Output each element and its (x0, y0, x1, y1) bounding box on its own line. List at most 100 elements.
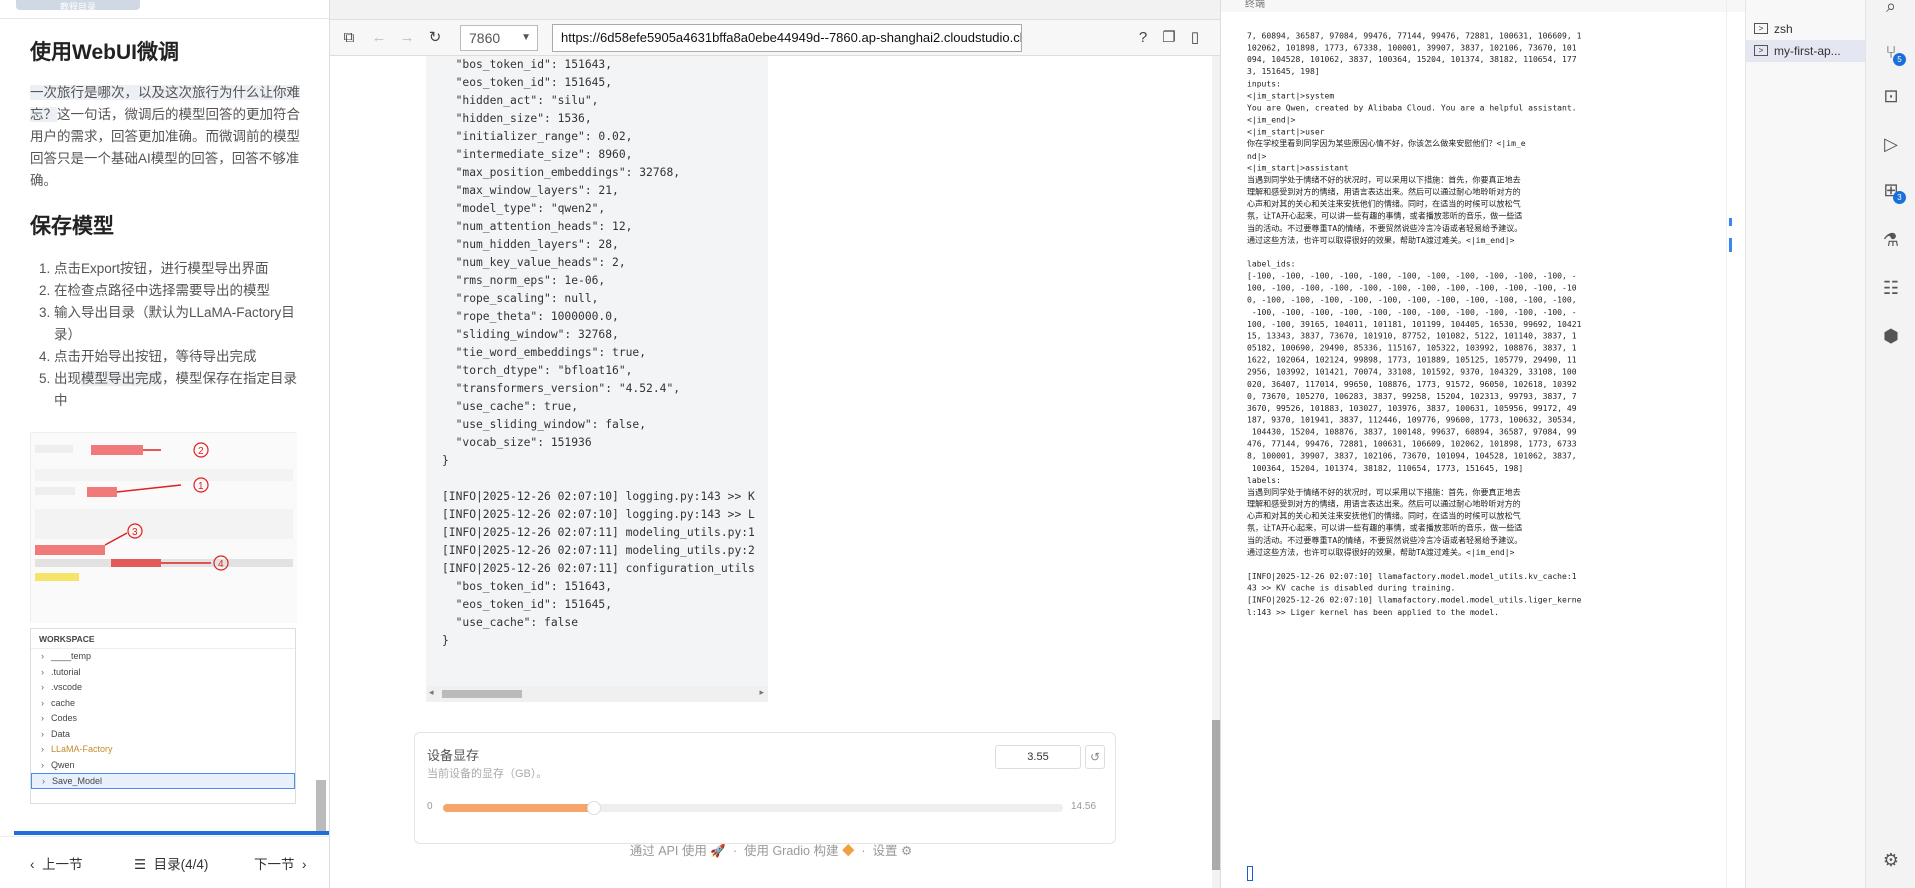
workspace-item: Qwen (31, 758, 295, 774)
search-icon[interactable]: ⌕ (1879, 0, 1903, 18)
heading-save-model: 保存模型 (30, 215, 114, 238)
step-item: 输入导出目录（默认为LLaMA-Factory目录） (54, 302, 300, 346)
testing-icon[interactable]: ⚗ (1879, 228, 1903, 252)
step-item: 在检查点路径中选择需要导出的模型 (54, 280, 300, 302)
scroll-thumb[interactable] (1212, 720, 1220, 870)
memory-subtitle: 当前设备的显存（GB）。 (427, 768, 548, 780)
next-label: 下一节 (254, 857, 295, 872)
rocket-icon: 🚀 (710, 844, 726, 858)
steps-list: 点击Export按钮，进行模型导出界面 在检查点路径中选择需要导出的模型 输入导… (30, 258, 300, 412)
workspace-item: cache (31, 696, 295, 712)
memory-value-input[interactable]: 3.55 (995, 745, 1081, 769)
tutorial-paragraph: 一次旅行是哪次，以及这次旅行为什么让你难忘？这一句话，微调后的模型回答的更加符合… (30, 82, 300, 192)
export-screenshot-illustration: 2 1 3 4 (31, 433, 297, 623)
help-icon[interactable]: ? (1134, 29, 1152, 47)
terminal-pane: 终端 7, 60894, 36587, 97084, 99476, 77144,… (1220, 0, 1746, 888)
activity-bar: ⌕ ⑂ 5 ⊡ ▷ ⊞ 3 ⚗ ☷ ⬢ ⚙ (1865, 0, 1915, 888)
workspace-item: Data (31, 727, 295, 743)
workspace-item: Codes (31, 711, 295, 727)
prev-label: 上一节 (42, 857, 83, 872)
toc-label: 目录(4/4) (153, 857, 209, 872)
reload-icon[interactable]: ↻ (426, 29, 444, 47)
port-select[interactable]: 7860 ▼ (460, 25, 538, 51)
api-link[interactable]: 通过 API 使用 🚀 (630, 844, 726, 858)
slider-min: 0 (427, 801, 433, 812)
scroll-thumb[interactable] (442, 690, 522, 698)
browser-pane: ⧉ ← → ↻ 7860 ▼ https://6d58efe5905a4631bf… (330, 0, 1220, 888)
separator: · (732, 844, 738, 858)
prev-section-link[interactable]: ‹ 上一节 (30, 853, 83, 873)
reset-icon[interactable]: ↺ (1085, 745, 1105, 769)
workspace-item: .tutorial (31, 665, 295, 681)
extensions-badge: 3 (1893, 191, 1906, 204)
scroll-marker (1729, 218, 1732, 226)
step-item: 出现模型导出完成，模型保存在指定目录中 (54, 368, 300, 412)
next-section-link[interactable]: 下一节 › (254, 853, 307, 873)
mobile-icon[interactable]: ▯ (1186, 29, 1204, 47)
terminal-icon: > (1754, 45, 1768, 56)
cube-icon[interactable]: ⬢ (1879, 324, 1903, 348)
terminal-icon: > (1754, 23, 1768, 34)
paragraph-text: 这一句话，微调后的模型回答的更加符合用户的需求，回答更加准确。而微调前的模型回答… (30, 107, 300, 188)
browser-tab-strip (330, 0, 1220, 20)
workspace-item: .vscode (31, 680, 295, 696)
gradio-footer: 通过 API 使用 🚀 · 使用 Gradio 构建 ◆ · 设置 ⚙ (330, 840, 1212, 864)
url-input[interactable]: https://6d58efe5905a4631bffa8a0ebe44949d… (552, 24, 1022, 52)
terminal-scrollbar[interactable] (1726, 0, 1746, 888)
gradio-logo-icon: ◆ (841, 844, 855, 858)
terminal-output[interactable]: 7, 60894, 36587, 97084, 99476, 77144, 99… (1247, 30, 1740, 618)
tutorial-scrollbar[interactable] (316, 780, 326, 832)
step-text: 出现 (54, 371, 81, 386)
gradio-link[interactable]: 使用 Gradio 构建 ◆ (744, 844, 854, 858)
browser-vertical-scrollbar[interactable] (1212, 56, 1220, 888)
toc-link[interactable]: ☰ 目录(4/4) (134, 853, 208, 873)
forward-arrow-icon[interactable]: → (398, 29, 416, 47)
log-box: "bos_token_id": 151643, "eos_token_id": … (426, 56, 768, 702)
tutorial-top-tab[interactable]: 教程目录 (16, 0, 140, 12)
heading-webui-finetune: 使用WebUI微调 (30, 41, 179, 64)
svg-text:3: 3 (132, 527, 138, 538)
separator: · (861, 844, 866, 858)
tutorial-progress-bar (14, 831, 329, 835)
workspace-item: LLaMA-Factory (31, 742, 295, 758)
settings-label: 设置 (872, 844, 898, 858)
screens-icon[interactable]: ❐ (1160, 29, 1178, 47)
gradio-label: 使用 Gradio 构建 (743, 844, 839, 858)
extensions-icon[interactable]: ⊞ 3 (1879, 178, 1906, 204)
terminal-tab-label: zsh (1774, 22, 1793, 36)
workspace-header: WORKSPACE (31, 629, 295, 649)
slider-handle[interactable] (587, 801, 602, 815)
workspace-item: ____temp (31, 649, 295, 665)
source-control-badge: 5 (1893, 53, 1906, 66)
gear-icon: ⚙ (901, 844, 913, 858)
port-value: 7860 (469, 30, 501, 46)
terminal-tab-zsh[interactable]: > zsh (1746, 18, 1866, 40)
svg-text:1: 1 (198, 481, 204, 492)
step-item: 点击开始导出按钮，等待导出完成 (54, 346, 300, 368)
svg-text:2: 2 (198, 446, 204, 457)
terminal-tab-my-first-app[interactable]: > my-first-ap... (1746, 40, 1866, 62)
memory-slider[interactable] (443, 801, 1063, 815)
open-external-icon[interactable]: ⧉ (340, 29, 358, 47)
api-label: 通过 API 使用 (629, 844, 707, 858)
tutorial-panel: 教程目录 使用WebUI微调 一次旅行是哪次，以及这次旅行为什么让你难忘？这一句… (0, 0, 330, 888)
terminal-tab-label: my-first-ap... (1774, 44, 1841, 58)
log-horizontal-scrollbar[interactable]: ◂ ▸ (426, 686, 768, 702)
terminal-header: 终端 (1221, 0, 1746, 12)
export-screenshot-image: 2 1 3 4 (30, 432, 297, 623)
database-icon[interactable]: ☷ (1879, 276, 1903, 300)
run-debug-icon[interactable]: ▷ (1879, 132, 1903, 156)
log-text: "bos_token_id": 151643, "eos_token_id": … (442, 58, 755, 647)
terminal-list: > zsh > my-first-ap... (1745, 0, 1866, 888)
back-arrow-icon[interactable]: ← (370, 29, 388, 47)
step-item: 点击Export按钮，进行模型导出界面 (54, 258, 300, 280)
source-control-icon[interactable]: ⑂ 5 (1879, 40, 1906, 66)
terminal-cursor (1247, 866, 1253, 881)
gear-icon[interactable]: ⚙ (1879, 848, 1903, 872)
device-memory-slider-block: 设备显存 当前设备的显存（GB）。 3.55 ↺ 0 14.56 (414, 732, 1116, 844)
terminal-icon[interactable]: ⊡ (1879, 84, 1903, 108)
workspace-item-selected: Save_Model (31, 773, 295, 789)
browser-nav-bar: ⧉ ← → ↻ 7860 ▼ https://6d58efe5905a4631bf… (330, 20, 1220, 56)
settings-link[interactable]: 设置 ⚙ (873, 844, 913, 858)
tutorial-footer: ‹ 上一节 ☰ 目录(4/4) 下一节 › (0, 836, 329, 888)
